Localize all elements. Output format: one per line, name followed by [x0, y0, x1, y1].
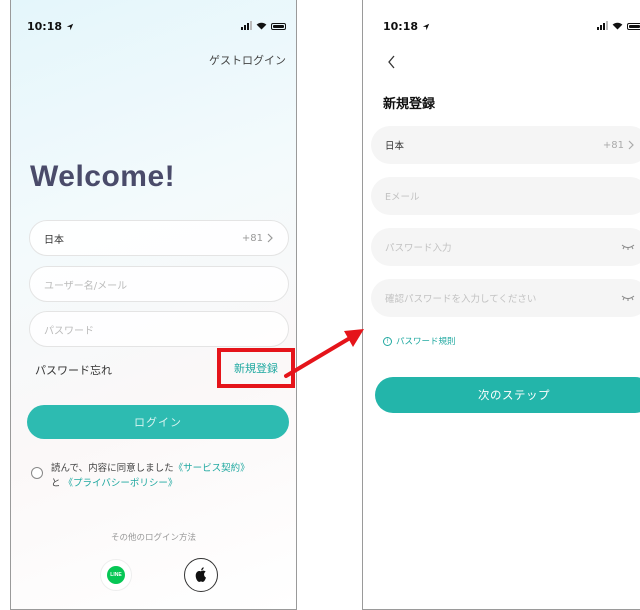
agreement-and: と [51, 478, 61, 489]
agreement-radio[interactable] [31, 467, 43, 479]
next-step-button[interactable]: 次のステップ [375, 377, 640, 413]
status-time: 10:18 [27, 20, 74, 33]
country-name: 日本 [385, 141, 405, 152]
battery-icon [271, 23, 286, 30]
other-login-methods-label: その他のログイン方法 [110, 533, 196, 543]
welcome-heading: Welcome! [30, 160, 176, 193]
country-selector[interactable]: 日本 +81 [29, 220, 289, 256]
back-button[interactable] [381, 52, 401, 72]
chevron-left-icon [387, 55, 394, 69]
agreement-prefix: 読んで、内容に同意しました [51, 463, 174, 474]
eye-closed-icon[interactable] [621, 294, 635, 302]
status-time-text: 10:18 [27, 20, 63, 33]
login-screen: 10:18 ゲストログイン Welcome! 日本 +81 ユーザー名/メール … [10, 0, 297, 610]
country-code: +81 [602, 139, 624, 151]
line-login-button[interactable]: LINE [100, 559, 132, 591]
service-terms-link[interactable]: 《サービス契約》 [174, 463, 250, 474]
country-name: 日本 [44, 234, 64, 246]
wifi-icon [612, 22, 623, 30]
wifi-icon [256, 22, 267, 30]
login-button[interactable]: ログイン [27, 405, 289, 439]
location-arrow-icon [66, 23, 74, 31]
status-icons [241, 21, 286, 30]
register-highlight-box: 新規登録 [217, 348, 295, 388]
password-placeholder: パスワード [44, 325, 94, 337]
confirm-password-input[interactable]: 確認パスワードを入力してください [371, 279, 640, 317]
register-link[interactable]: 新規登録 [234, 360, 278, 376]
forgot-password-link[interactable]: パスワード忘れ [35, 362, 112, 378]
chevron-right-icon [628, 140, 634, 150]
privacy-policy-link[interactable]: 《プライバシーポリシー》 [64, 478, 178, 489]
location-arrow-icon [422, 23, 430, 31]
guest-login-link[interactable]: ゲストログイン [209, 52, 286, 68]
username-placeholder: ユーザー名/メール [44, 280, 128, 292]
password-input[interactable]: パスワード入力 [371, 228, 640, 266]
signal-icon [241, 21, 252, 30]
email-input[interactable]: Eメール [371, 177, 640, 215]
country-code: +81 [241, 232, 263, 244]
password-placeholder: パスワード入力 [385, 243, 452, 254]
apple-icon [195, 567, 206, 582]
line-icon-text: LINE [110, 572, 122, 578]
password-input[interactable]: パスワード [29, 311, 289, 347]
battery-icon [627, 23, 640, 30]
status-time-text: 10:18 [383, 20, 419, 33]
password-rules-link[interactable]: ! パスワード規則 [383, 335, 456, 347]
line-icon: LINE [107, 566, 125, 584]
signal-icon [597, 21, 608, 30]
confirm-password-placeholder: 確認パスワードを入力してください [385, 294, 537, 305]
status-icons [597, 21, 640, 30]
password-rules-text: パスワード規則 [396, 337, 456, 347]
agreement-text: 読んで、内容に同意しました《サービス契約》 と 《プライバシーポリシー》 [51, 461, 250, 491]
info-icon: ! [383, 336, 392, 346]
apple-login-button[interactable] [184, 558, 218, 592]
chevron-right-icon [267, 233, 273, 243]
username-input[interactable]: ユーザー名/メール [29, 266, 289, 302]
eye-closed-icon[interactable] [621, 243, 635, 251]
page-title: 新規登録 [383, 97, 436, 112]
register-screen: 10:18 新規登録 日本 +81 Eメール パスワード入力 確認パスワードを入… [362, 0, 640, 610]
email-placeholder: Eメール [385, 192, 420, 203]
status-time: 10:18 [383, 20, 430, 33]
country-selector[interactable]: 日本 +81 [371, 126, 640, 164]
